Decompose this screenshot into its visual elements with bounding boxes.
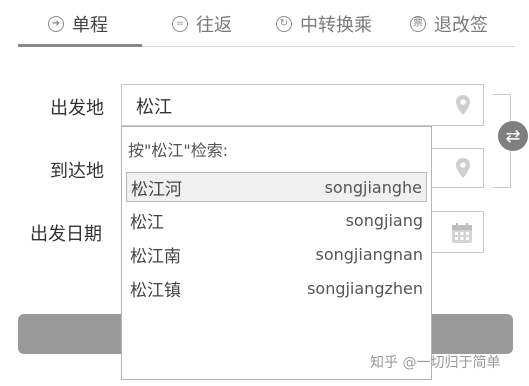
- suggestion-item[interactable]: 松江镇 songjiangzhen: [126, 273, 427, 303]
- tab-label: 退改签: [434, 15, 488, 36]
- suggestion-pinyin: songjiang: [345, 210, 423, 230]
- suggestion-name: 松江南: [130, 246, 181, 267]
- suggestion-pinyin: songjianghe: [324, 177, 422, 197]
- station-suggestions-dropdown: 按"松江"检索: 松江河 songjianghe 松江 songjiang 松江…: [121, 126, 432, 380]
- tab-transfer[interactable]: ↻ 中转换乘: [276, 8, 372, 40]
- location-pin-icon: [456, 158, 470, 178]
- active-tab-indicator: [18, 44, 142, 47]
- location-pin-icon: [456, 95, 470, 115]
- to-label: 到达地: [50, 161, 104, 182]
- from-input-value: 松江: [136, 97, 172, 118]
- date-field[interactable]: [432, 211, 484, 253]
- swap-stations-button[interactable]: ⇄: [498, 121, 528, 151]
- suggestion-item[interactable]: 松江 songjiang: [126, 205, 427, 235]
- suggestion-pinyin: songjiangnan: [315, 244, 424, 264]
- watermark: 知乎 @一切归于简单: [370, 355, 501, 371]
- swap-arrows-icon: ⇄: [505, 125, 521, 147]
- from-field[interactable]: 松江: [121, 84, 484, 126]
- to-field[interactable]: [432, 148, 484, 188]
- tab-refund-change[interactable]: 票 退改签: [410, 8, 488, 40]
- ticket-circle-icon: 票: [410, 16, 426, 32]
- tab-round-trip[interactable]: = 往返: [172, 8, 232, 40]
- date-label: 出发日期: [30, 224, 102, 245]
- from-label: 出发地: [50, 98, 104, 119]
- calendar-icon: [452, 223, 472, 243]
- arrow-circle-icon: ➜: [48, 16, 64, 32]
- suggestions-header: 按"松江"检索:: [128, 141, 229, 160]
- tab-label: 单程: [72, 15, 108, 36]
- transfer-circle-icon: ↻: [276, 16, 292, 32]
- tab-label: 往返: [196, 15, 232, 36]
- suggestion-pinyin: songjiangzhen: [307, 278, 423, 298]
- equals-circle-icon: =: [172, 16, 188, 32]
- suggestion-name: 松江: [130, 212, 164, 233]
- tab-one-way[interactable]: ➜ 单程: [48, 8, 108, 40]
- suggestion-item[interactable]: 松江河 songjianghe: [126, 172, 427, 202]
- suggestion-item[interactable]: 松江南 songjiangnan: [126, 239, 427, 269]
- tab-label: 中转换乘: [300, 15, 372, 36]
- trip-type-tabs: ➜ 单程 = 往返 ↻ 中转换乘 票 退改签: [0, 0, 529, 48]
- suggestion-name: 松江镇: [130, 280, 181, 301]
- suggestion-name: 松江河: [131, 179, 182, 200]
